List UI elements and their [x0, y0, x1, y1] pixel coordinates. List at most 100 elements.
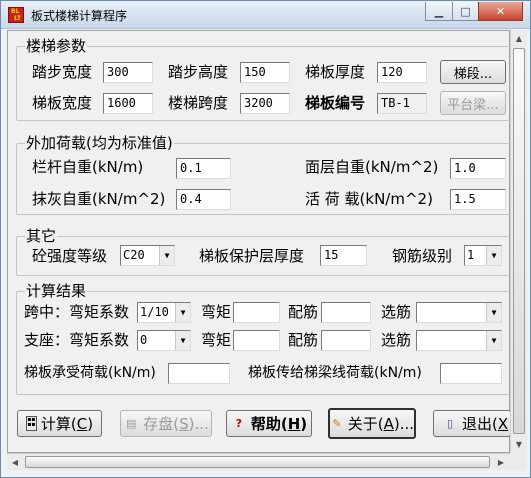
- slab-load-input[interactable]: [168, 363, 230, 384]
- save-button[interactable]: ▤ 存盘(S)...: [120, 410, 212, 437]
- midspan-rebar-select[interactable]: ▼: [416, 302, 502, 323]
- app-icon: BL LT: [8, 7, 24, 23]
- window-title: 板式楼梯计算程序: [31, 9, 128, 23]
- slab-thickness-input[interactable]: 120: [377, 62, 427, 83]
- transfer-load-input[interactable]: [440, 363, 502, 384]
- support-rebar-input[interactable]: [321, 330, 371, 351]
- step-width-input[interactable]: 300: [103, 62, 153, 83]
- slab-width-input[interactable]: 1600: [103, 93, 153, 114]
- about-button-label: 关于(: [347, 415, 384, 433]
- vertical-scrollbar[interactable]: ▲ ▼: [510, 30, 527, 453]
- support-coef-value: 0: [140, 333, 148, 347]
- chevron-down-icon[interactable]: ▼: [486, 246, 501, 265]
- support-moment-label: 弯矩: [201, 331, 232, 349]
- calculate-button[interactable]: ▪▪ ▪▪ 计算(C): [17, 410, 102, 437]
- dialog-client-area: 楼梯参数 踏步宽度 300 踏步高度 150 梯板厚度 120 梯段... 梯板…: [7, 30, 512, 453]
- railing-weight-text: 栏杆自重(kN/m): [32, 158, 144, 176]
- maximize-button[interactable]: □: [452, 2, 479, 21]
- midspan-coef-select[interactable]: 1/10 ▼: [137, 302, 191, 323]
- concrete-grade-label: 砼强度等级: [32, 247, 108, 265]
- scroll-down-icon[interactable]: ▼: [511, 436, 527, 452]
- app-icon-text-bottom: LT: [14, 15, 21, 22]
- horizontal-scroll-thumb[interactable]: [25, 456, 490, 468]
- support-rebar-select[interactable]: ▼: [416, 330, 502, 351]
- support-coef-label: 支座：弯矩系数: [24, 331, 130, 349]
- exit-button[interactable]: ▯ 退出(X: [433, 410, 511, 437]
- app-icon-text-top: BL: [11, 8, 20, 15]
- live-load-input[interactable]: 1.5: [450, 189, 506, 210]
- platform-beam-button-label: 平台梁...: [447, 97, 499, 113]
- horizontal-scrollbar[interactable]: ◀ ▶: [7, 453, 510, 470]
- rebar-grade-label: 钢筋级别: [392, 247, 453, 265]
- slab-code-label: 梯板编号: [305, 94, 366, 112]
- calculate-button-key: C: [76, 414, 88, 433]
- loads-title: 外加荷载(均为标准值): [25, 134, 174, 152]
- save-button-key: S: [179, 414, 189, 433]
- support-moment-input[interactable]: [233, 330, 280, 351]
- step-width-label: 踏步宽度: [32, 63, 93, 81]
- support-select-label: 选筋: [381, 331, 412, 349]
- midspan-coef-label: 跨中：弯矩系数: [24, 303, 130, 321]
- scroll-up-icon[interactable]: ▲: [511, 30, 527, 46]
- minimize-icon: ▁: [434, 4, 444, 18]
- help-button[interactable]: ? 帮助(H): [226, 410, 312, 437]
- exit-button-key: X: [497, 414, 509, 433]
- step-height-input[interactable]: 150: [240, 62, 290, 83]
- calculator-icon: ▪▪ ▪▪: [25, 416, 37, 431]
- cover-thickness-input[interactable]: 15: [320, 245, 367, 266]
- other-title: 其它: [25, 227, 58, 245]
- scroll-left-icon[interactable]: ◀: [7, 454, 23, 470]
- chevron-down-icon[interactable]: ▼: [486, 331, 501, 350]
- live-load-label: 活 荷 载(kN/m^2): [305, 190, 433, 208]
- plaster-weight-input[interactable]: 0.4: [176, 189, 231, 210]
- close-icon: ✕: [495, 4, 506, 18]
- chevron-down-icon[interactable]: ▼: [486, 303, 501, 322]
- stair-params-title: 楼梯参数: [25, 37, 88, 55]
- cover-thickness-label: 梯板保护层厚度: [199, 247, 305, 265]
- results-title: 计算结果: [25, 282, 88, 300]
- maximize-icon: □: [460, 4, 471, 18]
- span-input[interactable]: 3200: [240, 93, 290, 114]
- about-button-suffix: )...: [393, 414, 414, 433]
- calculate-button-label: 计算(: [40, 415, 77, 433]
- title-bar[interactable]: BL LT 板式楼梯计算程序 ▁ □ ✕: [1, 1, 530, 29]
- midspan-rebar-input[interactable]: [321, 302, 371, 323]
- chevron-down-icon[interactable]: ▼: [159, 246, 174, 265]
- midspan-moment-input[interactable]: [233, 302, 280, 323]
- scroll-right-icon[interactable]: ▶: [493, 454, 509, 470]
- about-icon: ✎: [332, 416, 342, 430]
- slab-width-label: 梯板宽度: [32, 94, 93, 112]
- exit-door-icon: ▯: [446, 416, 454, 430]
- exit-button-label: 退出(: [462, 415, 498, 433]
- support-coef-select[interactable]: 0 ▼: [137, 330, 191, 351]
- slab-thickness-label: 梯板厚度: [305, 63, 366, 81]
- railing-weight-input[interactable]: 0.1: [176, 158, 231, 179]
- segment-button[interactable]: 梯段...: [440, 60, 506, 84]
- platform-beam-button[interactable]: 平台梁...: [440, 91, 506, 115]
- minimize-button[interactable]: ▁: [425, 2, 453, 21]
- size-grip[interactable]: [510, 453, 527, 470]
- rebar-grade-select[interactable]: 1 ▼: [464, 245, 502, 266]
- save-button-suffix: )...: [188, 414, 209, 433]
- surface-weight-input[interactable]: 1.0: [450, 158, 506, 179]
- help-icon: ?: [235, 416, 243, 430]
- transfer-load-label: 梯板传给梯梁线荷载(kN/m): [248, 365, 422, 381]
- midspan-coef-value: 1/10: [140, 305, 169, 319]
- concrete-grade-value: C20: [123, 248, 145, 262]
- rebar-grade-value: 1: [467, 248, 475, 262]
- calculate-close-paren: ): [87, 414, 94, 433]
- midspan-rebar-label: 配筋: [288, 303, 319, 321]
- chevron-down-icon[interactable]: ▼: [175, 331, 190, 350]
- concrete-grade-select[interactable]: C20 ▼: [120, 245, 175, 266]
- chevron-down-icon[interactable]: ▼: [175, 303, 190, 322]
- help-close-paren: ): [300, 414, 308, 433]
- railing-weight-label: 栏杆自重(kN/m): [32, 158, 143, 176]
- plaster-weight-label: 抹灰自重(kN/m^2): [32, 190, 166, 208]
- about-button[interactable]: ✎ 关于(A)...: [328, 408, 416, 439]
- surface-weight-label: 面层自重(kN/m^2): [305, 158, 439, 176]
- slab-code-input[interactable]: TB-1: [377, 93, 427, 114]
- vertical-scroll-thumb[interactable]: [513, 48, 525, 434]
- step-height-label: 踏步高度: [168, 63, 229, 81]
- midspan-moment-label: 弯矩: [201, 303, 232, 321]
- close-button[interactable]: ✕: [478, 2, 523, 21]
